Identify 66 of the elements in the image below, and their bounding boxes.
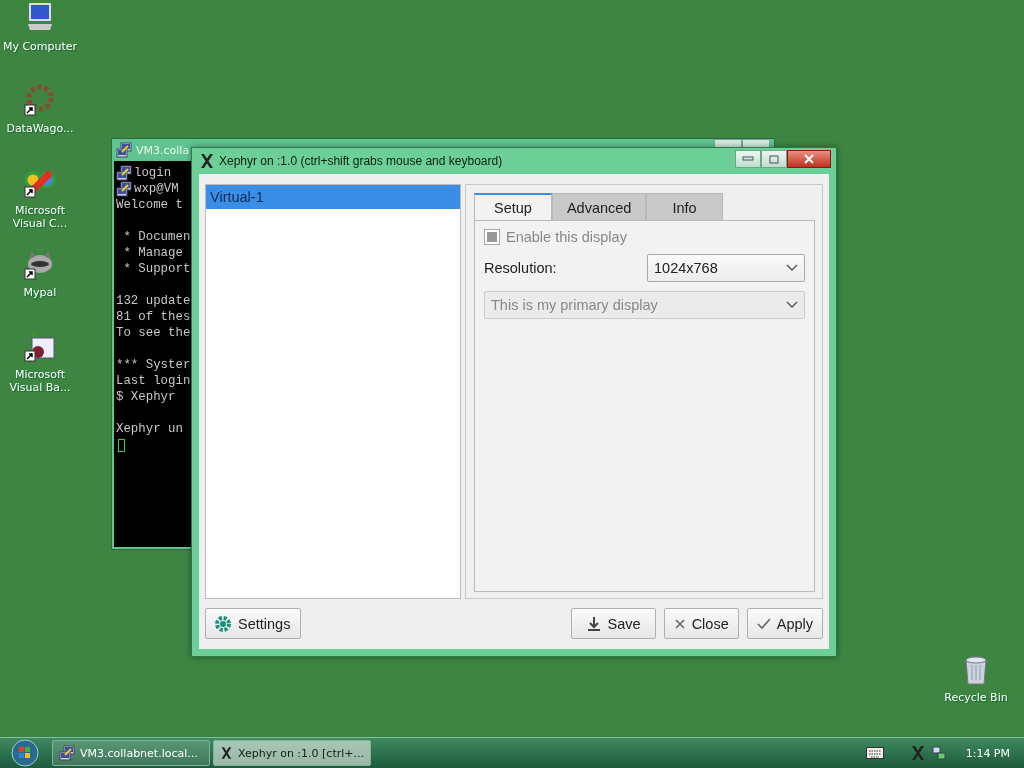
tab[interactable]: Advanced: [551, 193, 647, 221]
terminal-line: Welcome t: [116, 197, 183, 213]
taskbar-button[interactable]: VM3.collabnet.local...: [52, 740, 210, 766]
terminal-icon: [116, 142, 132, 158]
text-cursor: [118, 439, 125, 452]
keyboard-icon[interactable]: [865, 747, 884, 759]
tab[interactable]: Setup: [474, 193, 552, 221]
tab[interactable]: Info: [646, 193, 723, 221]
taskbar-button[interactable]: Xephyr on :1.0 [ctrl+...: [213, 740, 371, 766]
gear-icon: [214, 614, 232, 633]
wheel-icon: [26, 84, 54, 112]
terminal-line: Xephyr un: [116, 421, 183, 437]
terminal-line: To see the: [116, 325, 191, 341]
x-logo-icon: [220, 745, 233, 761]
minimize-icon: [742, 156, 754, 162]
terminal-line: $ Xephyr: [116, 389, 176, 405]
terminal-line: login: [134, 165, 172, 181]
field-label: Resolution:: [484, 260, 557, 276]
computer-icon: [28, 3, 52, 30]
terminal-line: * Documen: [122, 229, 191, 245]
desktop-icon-label[interactable]: DataWago...: [1, 122, 79, 135]
shortcut-arrow-icon: [24, 186, 36, 198]
terminal-line: 81 of thes: [116, 309, 191, 325]
close-button[interactable]: Close: [663, 608, 739, 639]
start-button[interactable]: [10, 738, 40, 768]
download-icon: [585, 615, 602, 632]
desktop-icon-label[interactable]: Recycle Bin: [937, 691, 1015, 704]
shortcut-arrow-icon: [24, 104, 36, 116]
terminal-line: *** Syster: [116, 357, 191, 373]
chevron-icon: [786, 264, 798, 272]
close-icon: [673, 617, 686, 630]
close-button[interactable]: [787, 150, 831, 168]
save-button[interactable]: Save: [570, 608, 656, 639]
x-logo-icon: [199, 153, 215, 169]
shortcut-arrow-icon: [24, 350, 36, 362]
terminal-icon: [116, 181, 132, 197]
maximize-icon: [769, 154, 779, 164]
terminal-line: * Support: [122, 261, 191, 277]
terminal-icon: [59, 745, 75, 761]
terminal-line: wxp@VM: [134, 181, 179, 197]
animal-icon: [28, 251, 52, 273]
clock: 1:14 PM: [965, 746, 1010, 760]
apply-button[interactable]: Apply: [746, 608, 823, 639]
terminal-line: * Manage: [122, 245, 183, 261]
settings-button[interactable]: Settings: [205, 608, 302, 639]
resolution-dropdown[interactable]: 1024x768: [647, 254, 805, 282]
desktop-icon-label[interactable]: Microsoft Visual C...: [1, 204, 79, 230]
terminal-icon: [116, 165, 132, 181]
maximize-button[interactable]: [761, 150, 787, 168]
shortcut-arrow-icon: [24, 268, 36, 280]
desktop-icon-label[interactable]: Microsoft Visual Ba...: [1, 368, 79, 394]
window-title: VM3.colla: [136, 143, 190, 157]
x-logo-icon: [909, 745, 926, 761]
terminal-line: 132 update: [116, 293, 191, 309]
terminal-line: Last login: [116, 373, 191, 389]
chevron-icon: [786, 301, 798, 309]
checkbox-label: Enable this display: [506, 229, 627, 245]
display-item[interactable]: Virtual-1: [206, 185, 460, 209]
desktop-icon-label[interactable]: My Computer: [1, 40, 79, 53]
minimize-button[interactable]: [735, 150, 761, 168]
trash-can-icon: [963, 655, 989, 685]
window-title: Xephyr on :1.0 (ctrl+shift grabs mouse and keyboard): [219, 154, 503, 168]
network-icon[interactable]: [931, 746, 946, 760]
desktop-icon-label[interactable]: Mypal: [1, 286, 79, 299]
check-icon: [756, 617, 771, 630]
close-icon: [803, 154, 815, 164]
